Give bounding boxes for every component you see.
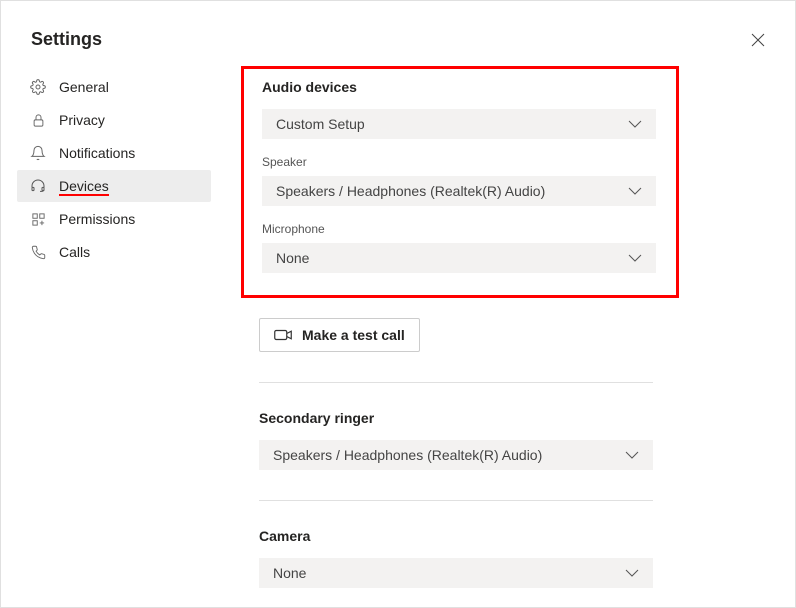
sidebar-item-label: Privacy [59,112,105,128]
divider [259,500,653,501]
container: General Privacy Notifications [1,70,795,588]
sidebar-item-general[interactable]: General [17,71,211,103]
test-call-label: Make a test call [302,327,405,343]
bell-icon [29,144,47,162]
apps-icon [29,210,47,228]
main-inner: Audio devices Custom Setup Speaker Speak… [259,66,699,588]
sidebar-item-label: Notifications [59,145,135,161]
sidebar-item-permissions[interactable]: Permissions [17,203,211,235]
select-value: Speakers / Headphones (Realtek(R) Audio) [273,447,542,463]
camera-title: Camera [259,528,699,544]
sidebar: General Privacy Notifications [1,70,215,588]
main: Audio devices Custom Setup Speaker Speak… [215,70,795,588]
sidebar-item-notifications[interactable]: Notifications [17,137,211,169]
select-value: Speakers / Headphones (Realtek(R) Audio) [276,183,545,199]
headset-icon [29,177,47,195]
chevron-down-icon [628,253,642,263]
chevron-down-icon [628,119,642,129]
chevron-down-icon [625,568,639,578]
sidebar-item-label: Permissions [59,211,135,227]
select-value: None [273,565,306,581]
secondary-ringer-title: Secondary ringer [259,410,699,426]
speaker-select[interactable]: Speakers / Headphones (Realtek(R) Audio) [262,176,656,206]
microphone-select[interactable]: None [262,243,656,273]
secondary-ringer-select[interactable]: Speakers / Headphones (Realtek(R) Audio) [259,440,653,470]
divider [259,382,653,383]
page-title: Settings [31,29,102,50]
lock-icon [29,111,47,129]
audio-devices-title: Audio devices [262,79,658,95]
speaker-label: Speaker [262,155,658,169]
sidebar-item-label: Calls [59,244,90,260]
sidebar-item-label: Devices [59,178,109,196]
camera-select[interactable]: None [259,558,653,588]
sidebar-item-label: General [59,79,109,95]
select-value: None [276,250,309,266]
select-value: Custom Setup [276,116,365,132]
make-test-call-button[interactable]: Make a test call [259,318,420,352]
sidebar-item-privacy[interactable]: Privacy [17,104,211,136]
chevron-down-icon [628,186,642,196]
close-icon[interactable] [751,33,765,47]
sidebar-item-devices[interactable]: Devices [17,170,211,202]
microphone-label: Microphone [262,222,658,236]
gear-icon [29,78,47,96]
audio-highlight: Audio devices Custom Setup Speaker Speak… [241,66,679,298]
sidebar-item-calls[interactable]: Calls [17,236,211,268]
phone-icon [29,243,47,261]
chevron-down-icon [625,450,639,460]
header: Settings [1,1,795,70]
test-call-icon [274,327,292,343]
audio-device-select[interactable]: Custom Setup [262,109,656,139]
